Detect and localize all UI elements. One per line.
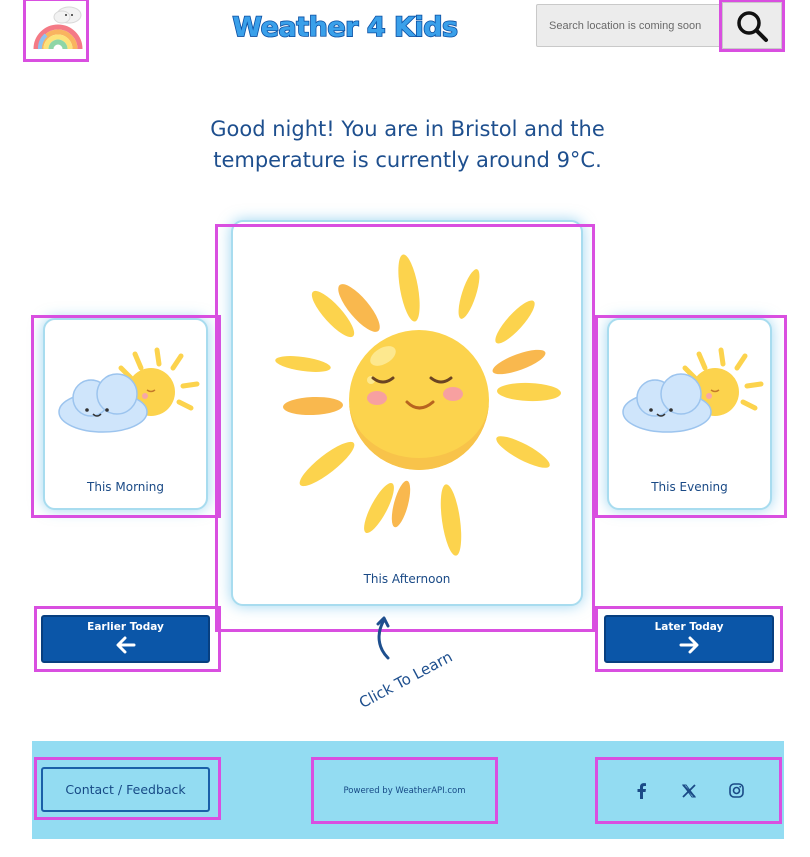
card-this-morning-frame bbox=[31, 315, 221, 518]
greeting-line-2: temperature is currently around 9°C. bbox=[213, 148, 602, 172]
powered-by: Powered by WeatherAPI.com bbox=[311, 757, 498, 824]
earlier-today-frame bbox=[34, 606, 221, 672]
card-this-evening-frame bbox=[595, 315, 787, 518]
social-links bbox=[595, 757, 782, 824]
contact-feedback-frame bbox=[34, 757, 221, 820]
logo[interactable] bbox=[23, 0, 89, 62]
instagram-icon[interactable] bbox=[726, 780, 748, 802]
greeting: Good night! You are in Bristol and the t… bbox=[150, 114, 665, 176]
card-this-afternoon-frame bbox=[215, 224, 595, 632]
search-input[interactable] bbox=[536, 4, 722, 47]
x-icon[interactable] bbox=[678, 780, 700, 802]
search-icon bbox=[737, 10, 768, 42]
search-button[interactable] bbox=[719, 0, 785, 52]
powered-by-link[interactable]: Powered by WeatherAPI.com bbox=[343, 786, 465, 796]
site-title: Weather 4 Kids bbox=[232, 11, 459, 44]
greeting-line-1: Good night! You are in Bristol and the bbox=[210, 117, 605, 141]
curved-arrow-icon bbox=[376, 616, 390, 660]
later-today-frame bbox=[595, 606, 783, 672]
facebook-icon[interactable] bbox=[630, 780, 652, 802]
rainbow-cloud-icon bbox=[33, 6, 83, 50]
